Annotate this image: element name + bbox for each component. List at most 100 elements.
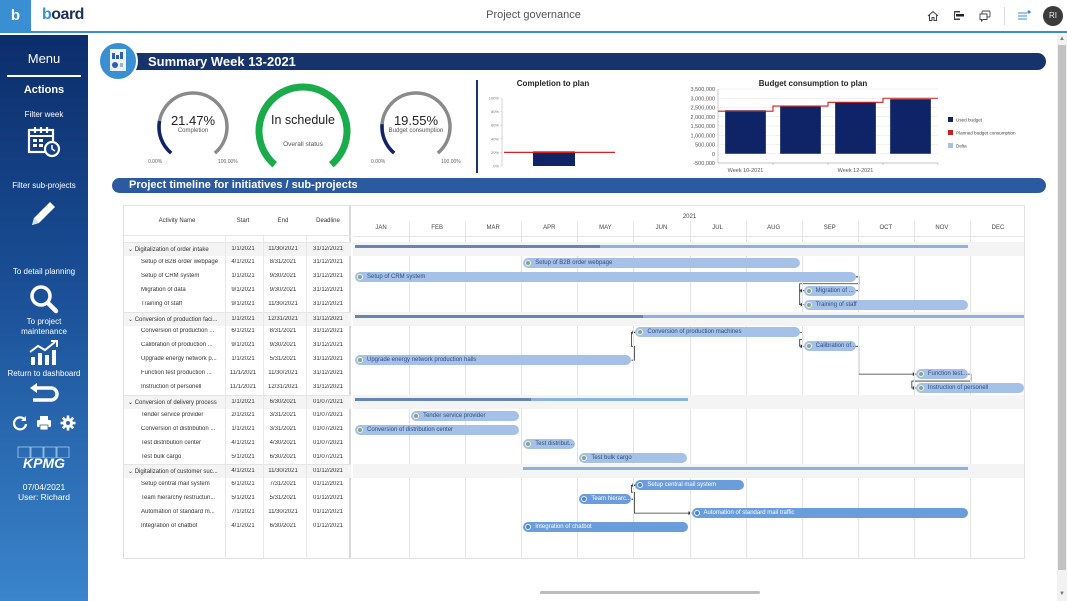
sidebar-item-filter-sub-projects[interactable]: Filter sub-projects <box>0 181 88 229</box>
column-header-deadline[interactable]: Deadline <box>308 218 348 224</box>
table-row[interactable]: Tender service provider 2/1/2021 3/31/2021… <box>124 409 351 423</box>
task-status-icon <box>357 273 363 280</box>
table-row[interactable]: Setup of B2B order webpage 4/1/2021 8/31/2… <box>124 256 351 270</box>
task-bar[interactable]: Conversion of production machines <box>635 327 800 338</box>
task-bar[interactable]: Test distribut... <box>523 438 576 449</box>
deadline: 31/12/2021 <box>312 272 344 279</box>
print-icon[interactable] <box>36 415 52 436</box>
avatar[interactable]: RI <box>1043 5 1063 26</box>
task-bar[interactable]: Upgrade energy network production halls <box>355 355 632 366</box>
settings-icon[interactable] <box>60 415 76 436</box>
sidebar-item-to-detail-planning[interactable]: To detail planning <box>0 267 88 315</box>
home-icon[interactable] <box>926 9 940 23</box>
task-bar-label: Conversion of distribution center <box>367 426 454 433</box>
vertical-scrollbar[interactable]: ▲ ▼ <box>1057 35 1067 601</box>
task-bar[interactable]: Setup of CRM system <box>355 271 856 282</box>
end-date: 7/31/2021 <box>269 481 297 488</box>
app-logo[interactable]: b <box>0 0 31 31</box>
table-row[interactable]: Setup of CRM system 1/1/2021 9/30/2021 31/1… <box>124 270 351 284</box>
summary-bar[interactable] <box>523 467 968 471</box>
table-row[interactable]: Test distribution center 4/1/2021 4/30/202… <box>124 437 351 451</box>
task-status-icon <box>357 426 363 433</box>
deadline: 01/12/2021 <box>312 509 344 516</box>
table-row-group[interactable]: ⌄ Digitalization of customer suc... 4/1/2… <box>124 464 351 479</box>
month-label: JAN <box>375 225 387 231</box>
deadline: 01/07/2021 <box>312 453 344 460</box>
activity-name: Automation of standard m... <box>141 509 215 516</box>
completion-value: 21.47% <box>170 113 216 128</box>
activity-name: Training of staff <box>141 300 183 307</box>
task-bar[interactable]: Setup central mail system <box>635 480 744 491</box>
y-tick-label: 0 <box>712 152 715 158</box>
task-bar-label: Training of staff <box>815 301 857 308</box>
overall-status-gauge: In schedule Overall status <box>252 83 354 175</box>
table-row[interactable]: Setup central mail system 6/1/2021 7/31/20… <box>124 478 351 492</box>
sidebar-menu-label[interactable]: Menu <box>0 51 88 66</box>
task-bar-label: Function test... <box>927 371 968 378</box>
notifications-icon[interactable] <box>1017 9 1031 23</box>
task-bar[interactable]: Integration of chatbot <box>523 522 688 532</box>
column-header-activity[interactable]: Activity Name <box>128 218 226 224</box>
table-row[interactable]: Training of staff 9/1/2021 11/30/2021 31/12… <box>124 298 351 312</box>
table-row[interactable]: Test bulk cargo 5/1/2021 6/30/2021 01/07/20… <box>124 451 351 465</box>
deadline: 31/12/2021 <box>312 356 344 363</box>
task-bar[interactable]: Tender service provider <box>411 410 520 421</box>
task-bar[interactable]: Calibration of... <box>803 341 856 352</box>
task-status-icon <box>805 301 812 308</box>
task-bar[interactable]: Conversion of distribution center <box>355 424 520 435</box>
table-row-group[interactable]: ⌄ Digitalization of order intake 1/1/2021… <box>124 242 351 256</box>
summary-bar[interactable] <box>355 314 1024 318</box>
table-row-group[interactable]: ⌄ Conversion of production faci... 1/1/20… <box>124 311 351 326</box>
end-date: 3/31/2021 <box>269 425 297 432</box>
sidebar-item-to-project-maintenance[interactable]: To project maintenance <box>0 317 88 367</box>
task-bar[interactable]: Instruction of personell <box>915 383 1024 393</box>
summary-bar[interactable] <box>355 397 688 401</box>
table-row[interactable]: Instruction of personell 11/1/2021 12/31/2… <box>124 381 351 395</box>
page-title: Project governance <box>486 9 581 21</box>
horizontal-scrollbar[interactable] <box>540 591 760 594</box>
sidebar-item-filter-week[interactable]: Filter week <box>0 110 88 159</box>
table-row[interactable]: Conversion of distribution ... 1/1/2021 3/… <box>124 423 351 437</box>
vertical-scrollbar-thumb[interactable] <box>1058 45 1066 570</box>
sidebar-item-label: To project maintenance <box>21 317 67 336</box>
table-row[interactable]: Migration of data 9/1/2021 9/30/2021 31/12/… <box>124 284 351 298</box>
task-bar[interactable]: Team hierarc... <box>579 494 632 505</box>
column-separator[interactable] <box>225 236 226 558</box>
task-bar[interactable]: Function test... <box>915 369 968 380</box>
table-row-group[interactable]: ⌄ Conversion of delivery process 1/1/2021… <box>124 394 351 409</box>
task-bar[interactable]: Migration of ... <box>803 285 856 296</box>
task-bar[interactable]: Setup of B2B order webpage <box>523 257 800 268</box>
x-tick-label: Week 10-2021 <box>728 168 764 174</box>
summary-bar[interactable] <box>355 245 968 248</box>
deadline: 31/12/2021 <box>312 370 344 377</box>
task-bar[interactable]: Test bulk cargo <box>579 452 688 463</box>
column-separator[interactable] <box>306 236 307 558</box>
table-row[interactable]: Upgrade energy network p... 1/1/2021 5/31/… <box>124 353 351 367</box>
column-header-start[interactable]: Start <box>226 218 260 224</box>
table-row[interactable]: Conversion of production ... 6/1/2021 8/31… <box>124 325 351 339</box>
scroll-up-icon[interactable]: ▲ <box>1057 36 1067 42</box>
task-bar[interactable]: Training of staff <box>803 299 968 310</box>
activity-name: Tender service provider <box>141 411 204 418</box>
column-separator[interactable] <box>263 236 264 558</box>
refresh-icon[interactable] <box>12 415 28 436</box>
task-status-icon <box>805 287 812 294</box>
column-header-end[interactable]: End <box>264 218 302 224</box>
start-date: 4/1/2021 <box>231 439 255 446</box>
completion-chart-title: Completion to plan <box>516 79 590 88</box>
sidebar-item-return-to-dashboard[interactable]: Return to dashboard <box>0 369 88 407</box>
task-bar-label: Team hierarc... <box>591 496 632 503</box>
scroll-down-icon[interactable]: ▼ <box>1057 591 1067 597</box>
table-row[interactable]: Integration of chatbot 4/1/2021 6/30/2021 0… <box>124 520 351 534</box>
table-row[interactable]: Calibration of production ... 9/1/2021 9/3… <box>124 339 351 353</box>
y-tick-label: 2,000,000 <box>691 115 715 121</box>
table-row[interactable]: Function test production ... 11/1/2021 11/… <box>124 367 351 381</box>
chat-icon[interactable] <box>978 9 992 23</box>
table-row[interactable]: Team hierarchy restructuri... 5/1/2021 5/3… <box>124 492 351 506</box>
tree-icon[interactable] <box>952 9 966 23</box>
budget-consumption-value: 19.55% <box>393 113 439 128</box>
sidebar-item-label: Filter week <box>24 110 64 119</box>
company-logo: KPMG <box>0 446 88 476</box>
table-row[interactable]: Automation of standard m... 7/1/2021 11/30… <box>124 506 351 520</box>
task-bar[interactable]: Automation of standard mail traffic <box>691 508 968 519</box>
